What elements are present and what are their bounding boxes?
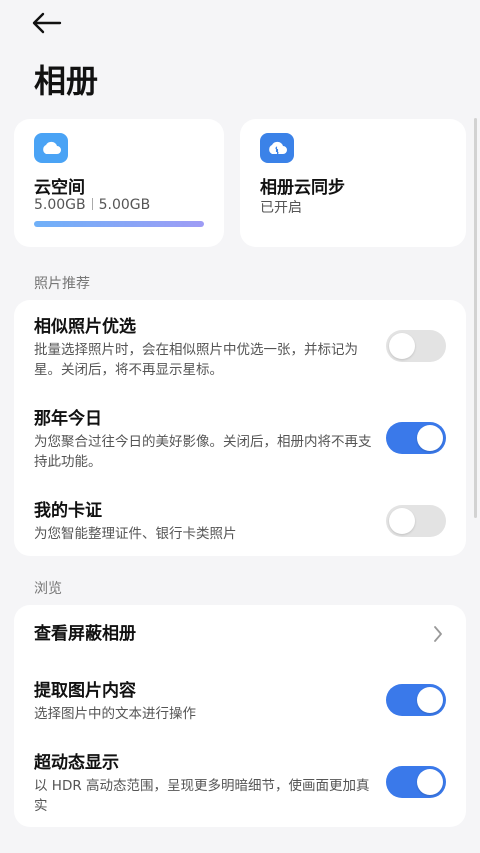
my-cards-title: 我的卡证: [34, 501, 102, 521]
page-title: 相册: [34, 62, 99, 100]
section-browse: 浏览: [34, 581, 62, 597]
my-cards-toggle[interactable]: [386, 505, 446, 537]
extract-content-toggle[interactable]: [386, 684, 446, 716]
hdr-display-toggle[interactable]: [386, 766, 446, 798]
cloud-sync-title: 相册云同步: [260, 178, 345, 198]
list-item-my-cards[interactable]: 我的卡证 为您智能整理证件、银行卡类照片: [34, 500, 446, 544]
on-this-day-toggle[interactable]: [386, 422, 446, 454]
cloud-icon: [34, 133, 68, 163]
on-this-day-desc: 为您聚合过往今日的美好影像。关闭后，相册内将不再支持此功能。: [34, 434, 372, 470]
cloud-sync-card[interactable]: 相册云同步 已开启: [240, 119, 466, 247]
cloud-space-title: 云空间: [34, 178, 85, 198]
hdr-display-title: 超动态显示: [34, 753, 119, 773]
extract-content-title: 提取图片内容: [34, 681, 136, 701]
total-storage: 5.00GB: [98, 197, 151, 213]
list-item-hidden-album[interactable]: 查看屏蔽相册: [34, 623, 446, 645]
similar-photos-title: 相似照片优选: [34, 317, 136, 337]
list-item-on-this-day[interactable]: 那年今日 为您聚合过往今日的美好影像。关闭后，相册内将不再支持此功能。: [34, 408, 446, 472]
my-cards-desc: 为您智能整理证件、银行卡类照片: [34, 526, 237, 542]
similar-photos-toggle[interactable]: [386, 330, 446, 362]
list-item-similar-photos[interactable]: 相似照片优选 批量选择照片时，会在相似照片中优选一张，并标记为星。关闭后，将不再…: [34, 316, 446, 380]
cloud-space-usage: 5.00GB 5.00GB: [34, 197, 150, 213]
list-item-extract-content[interactable]: 提取图片内容 选择图片中的文本进行操作: [34, 680, 446, 724]
back-arrow-icon: [32, 12, 62, 34]
cloud-sync-icon: [260, 133, 294, 163]
hdr-display-desc: 以 HDR 高动态范围，呈现更多明暗细节，使画面更加真实: [34, 778, 370, 814]
used-storage: 5.00GB: [34, 197, 86, 213]
on-this-day-title: 那年今日: [34, 409, 102, 429]
section-photo-recommend: 照片推荐: [34, 276, 90, 292]
hidden-album-title: 查看屏蔽相册: [34, 624, 136, 644]
extract-content-desc: 选择图片中的文本进行操作: [34, 706, 196, 722]
list-item-hdr-display[interactable]: 超动态显示 以 HDR 高动态范围，呈现更多明暗细节，使画面更加真实: [34, 752, 446, 816]
storage-progress-bar: [34, 221, 204, 227]
similar-photos-desc: 批量选择照片时，会在相似照片中优选一张，并标记为星。关闭后，将不再显示星标。: [34, 342, 358, 378]
back-button[interactable]: [30, 8, 70, 38]
cloud-sync-status: 已开启: [260, 200, 302, 216]
chevron-right-icon: [434, 626, 442, 642]
scrollbar[interactable]: [474, 118, 477, 518]
cloud-space-card[interactable]: 云空间 5.00GB 5.00GB: [14, 119, 224, 247]
